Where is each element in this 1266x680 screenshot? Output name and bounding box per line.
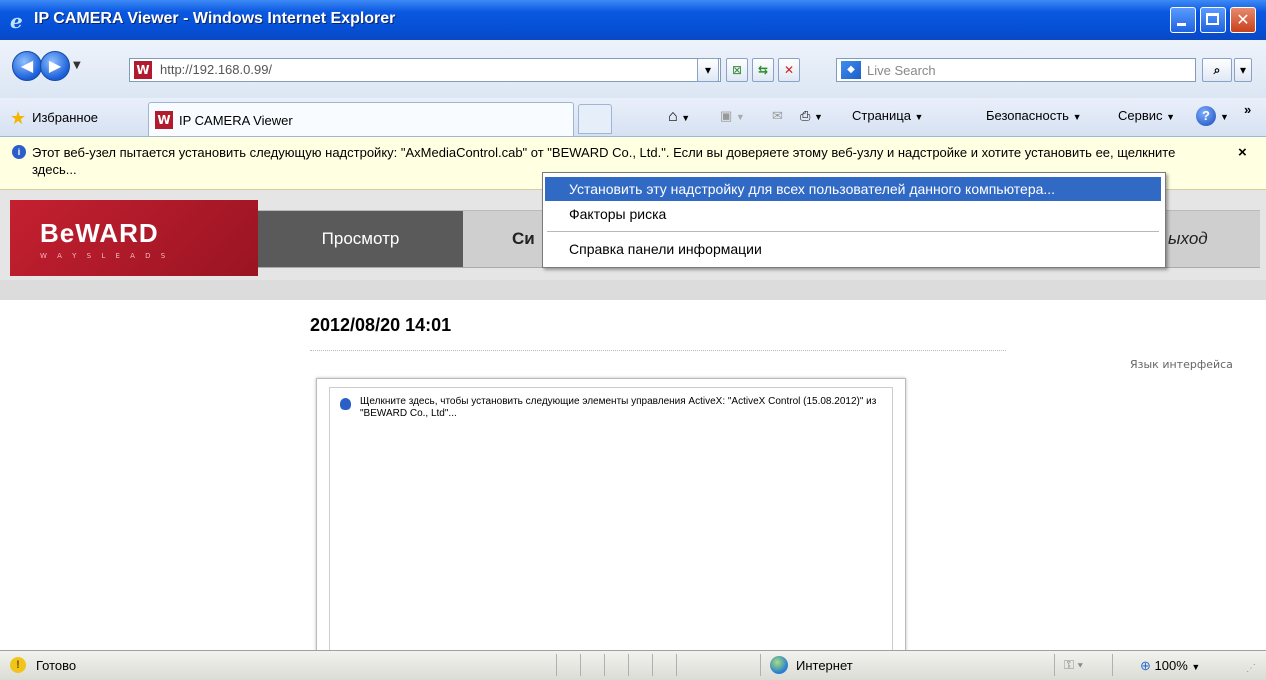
print-icon: ⎙	[800, 108, 811, 123]
globe-icon	[770, 656, 788, 674]
logo-tagline: W A Y S L E A D S	[40, 252, 170, 260]
print-button[interactable]: ⎙ ▼	[800, 108, 823, 124]
home-button[interactable]: ⌂ ▼	[668, 108, 690, 126]
live-search-icon: ◆	[841, 61, 861, 79]
lock-icon: ⚿	[1064, 657, 1074, 672]
tools-menu[interactable]: Сервис ▼	[1118, 108, 1175, 123]
ie-logo-icon: e	[10, 9, 23, 33]
feeds-button[interactable]: ▣ ▼	[720, 108, 745, 124]
tab-ip-camera-viewer[interactable]: W IP CAMERA Viewer	[148, 102, 574, 136]
mail-icon: ✉	[772, 108, 783, 123]
shield-icon: i	[12, 145, 26, 159]
nav-view[interactable]: Просмотр	[258, 211, 463, 267]
chevron-down-icon: ▾	[704, 63, 712, 77]
help-dropdown-icon[interactable]: ▼	[1220, 108, 1229, 123]
address-field[interactable]: W http://192.168.0.99/	[129, 58, 721, 82]
status-divider	[580, 654, 581, 676]
status-divider	[1112, 654, 1113, 676]
forward-icon: ▶	[48, 56, 62, 75]
back-button[interactable]: ◀	[12, 51, 42, 81]
status-text: Готово	[36, 658, 77, 673]
protected-mode-button[interactable]: ⚿ ▾	[1064, 657, 1083, 673]
activex-frame[interactable]: Щелкните здесь, чтобы установить следующ…	[329, 387, 893, 650]
status-divider	[676, 654, 677, 676]
refresh-button[interactable]: ⇆	[752, 58, 774, 82]
stop-button[interactable]: ✕	[778, 58, 800, 82]
site-favicon-icon: W	[134, 61, 152, 79]
forward-button[interactable]: ▶	[40, 51, 70, 81]
zoom-button[interactable]: ⊕ 100% ▼	[1140, 658, 1200, 674]
search-placeholder: Live Search	[867, 63, 936, 78]
title-bar: e IP CAMERA Viewer - Windows Internet Ex…	[0, 0, 1266, 40]
menu-item-install-for-all-users[interactable]: Установить эту надстройку для всех польз…	[545, 177, 1161, 201]
status-divider	[760, 654, 761, 676]
safety-menu[interactable]: Безопасность ▼	[986, 108, 1081, 123]
tab-row: ★ Избранное W IP CAMERA Viewer ⌂ ▼ ▣ ▼ ✉ …	[0, 98, 1266, 137]
maximize-icon	[1206, 13, 1219, 25]
status-divider	[652, 654, 653, 676]
status-divider	[556, 654, 557, 676]
warning-icon: !	[10, 657, 26, 673]
refresh-icon: ⇆	[757, 63, 769, 77]
minimize-icon	[1177, 23, 1186, 26]
search-button[interactable]: ⌕	[1202, 58, 1232, 82]
info-bar-context-menu: Установить эту надстройку для всех польз…	[542, 172, 1166, 268]
help-icon[interactable]: ?	[1196, 106, 1216, 126]
menu-separator	[547, 231, 1159, 232]
search-icon: ⌕	[1213, 63, 1221, 77]
nav-exit[interactable]: ыход	[1168, 211, 1208, 267]
safety-menu-label: Безопасность	[986, 108, 1069, 123]
camera-datetime: 2012/08/20 14:01	[310, 315, 452, 335]
status-bar: ! Готово Интернет ⚿ ▾ ⊕ 100% ▼ ⋰	[0, 650, 1266, 680]
close-icon: ✕	[1236, 10, 1250, 29]
info-bar-close-button[interactable]: ×	[1238, 144, 1247, 161]
page-menu[interactable]: Страница ▼	[852, 108, 923, 123]
menu-item-risk-factors[interactable]: Факторы риска	[545, 202, 1161, 226]
resize-grip-icon[interactable]: ⋰	[1246, 663, 1256, 674]
language-selector[interactable]: Язык интерфейса	[1130, 358, 1233, 371]
history-dropdown-icon[interactable]: ▼	[73, 60, 81, 71]
maximize-button[interactable]	[1200, 7, 1226, 33]
minimize-button[interactable]	[1170, 7, 1196, 33]
status-divider	[604, 654, 605, 676]
activex-install-message[interactable]: Щелкните здесь, чтобы установить следующ…	[360, 396, 880, 420]
address-toolbar: ◀ ▶ ▼ W http://192.168.0.99/ ▾ ⊠ ⇆ ✕ ◆ L…	[0, 40, 1266, 98]
shield-icon	[340, 398, 351, 410]
security-zone[interactable]: Интернет	[796, 658, 853, 673]
logo-text: BeWARD	[40, 218, 159, 248]
compatibility-icon: ⊠	[731, 63, 743, 77]
page-menu-label: Страница	[852, 108, 911, 123]
chevron-down-icon: ▾	[1239, 63, 1247, 77]
site-favicon-icon: W	[155, 111, 173, 129]
status-divider	[628, 654, 629, 676]
zoom-level: 100%	[1154, 658, 1188, 673]
search-input[interactable]: ◆ Live Search	[836, 58, 1196, 82]
beward-logo: BeWARD W A Y S L E A D S	[10, 200, 258, 276]
divider	[310, 350, 1006, 351]
favorites-label: Избранное	[32, 110, 99, 125]
rss-icon: ▣	[720, 108, 733, 123]
address-dropdown-button[interactable]: ▾	[697, 58, 719, 82]
read-mail-button[interactable]: ✉	[772, 108, 783, 124]
favorites-button[interactable]: ★ Избранное	[10, 108, 98, 129]
home-icon: ⌂	[668, 108, 678, 125]
address-url[interactable]: http://192.168.0.99/	[160, 62, 272, 77]
compatibility-button[interactable]: ⊠	[726, 58, 748, 82]
close-window-button[interactable]: ✕	[1230, 7, 1256, 33]
stop-icon: ✕	[783, 63, 795, 77]
tools-menu-label: Сервис	[1118, 108, 1163, 123]
tab-title: IP CAMERA Viewer	[179, 113, 293, 128]
nav-system[interactable]: Си	[512, 211, 535, 267]
star-icon: ★	[10, 108, 27, 128]
new-tab-button[interactable]	[578, 104, 612, 134]
menu-item-info-bar-help[interactable]: Справка панели информации	[545, 237, 1161, 261]
video-viewer: Щелкните здесь, чтобы установить следующ…	[316, 378, 906, 650]
window-title: IP CAMERA Viewer - Windows Internet Expl…	[34, 10, 396, 27]
overflow-chevron[interactable]: »	[1244, 102, 1251, 117]
search-options-button[interactable]: ▾	[1234, 58, 1252, 82]
zoom-icon: ⊕	[1140, 658, 1151, 673]
back-icon: ◀	[20, 56, 34, 75]
header-strip	[0, 280, 1266, 300]
status-divider	[1054, 654, 1055, 676]
